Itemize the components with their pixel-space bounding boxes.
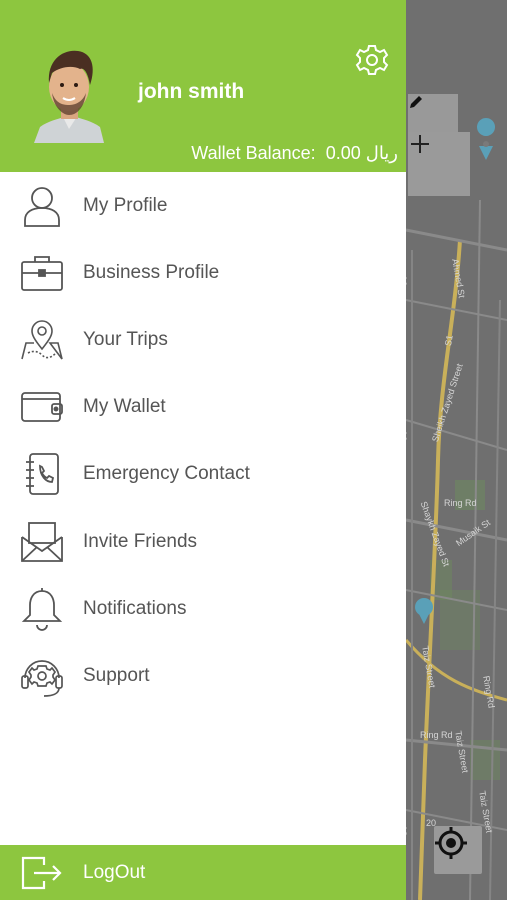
menu-label: Notifications — [83, 597, 187, 619]
map-street-label: S1 — [443, 334, 455, 347]
support-headset-icon — [18, 652, 66, 700]
edit-map-button[interactable] — [408, 94, 458, 134]
plus-icon — [411, 135, 429, 153]
phone-book-icon — [18, 450, 66, 498]
briefcase-icon — [18, 249, 66, 297]
drawer-menu: My Profile Business Profile Your Trips M… — [0, 172, 406, 710]
menu-item-my-profile[interactable]: My Profile — [0, 172, 406, 239]
map-pin-icon — [18, 316, 66, 364]
drawer-header: john smith Wallet Balance: 0.00 ريال — [0, 0, 406, 172]
logout-label: LogOut — [83, 861, 146, 883]
menu-item-invite-friends[interactable]: Invite Friends — [0, 508, 406, 575]
logout-button[interactable]: LogOut — [0, 845, 406, 900]
wallet-icon — [18, 383, 66, 431]
wallet-balance: Wallet Balance: 0.00 ريال — [191, 143, 398, 164]
navigation-drawer: john smith Wallet Balance: 0.00 ريال My … — [0, 0, 406, 900]
menu-item-support[interactable]: Support — [0, 642, 406, 709]
menu-label: Invite Friends — [83, 530, 198, 552]
map-street-label: Ring Rd — [444, 498, 477, 508]
menu-item-notifications[interactable]: Notifications — [0, 575, 406, 642]
crosshair-icon — [435, 827, 467, 859]
user-name: john smith — [138, 80, 245, 103]
menu-item-emergency-contact[interactable]: Emergency Contact — [0, 441, 406, 508]
menu-label: My Profile — [83, 194, 168, 216]
menu-item-business-profile[interactable]: Business Profile — [0, 239, 406, 306]
locate-me-button[interactable] — [434, 826, 482, 874]
pencil-icon — [410, 96, 422, 108]
menu-item-my-wallet[interactable]: My Wallet — [0, 374, 406, 441]
menu-label: My Wallet — [83, 396, 166, 418]
bell-icon — [18, 585, 66, 633]
menu-label: Emergency Contact — [83, 463, 250, 485]
map-street-label: Ring Rd — [420, 730, 453, 740]
zoom-in-button[interactable] — [408, 132, 470, 196]
wallet-balance-label: Wallet Balance: — [191, 143, 316, 163]
wallet-balance-value: 0.00 ريال — [325, 143, 398, 163]
menu-label: Business Profile — [83, 261, 220, 283]
menu-label: Your Trips — [83, 328, 168, 350]
map-pin-icon[interactable] — [477, 118, 496, 160]
gear-icon[interactable] — [355, 43, 389, 77]
user-icon — [18, 182, 66, 230]
menu-item-your-trips[interactable]: Your Trips — [0, 306, 406, 373]
menu-label: Support — [83, 664, 150, 686]
envelope-icon — [18, 518, 66, 566]
logout-icon — [21, 856, 62, 890]
avatar[interactable] — [34, 45, 104, 143]
